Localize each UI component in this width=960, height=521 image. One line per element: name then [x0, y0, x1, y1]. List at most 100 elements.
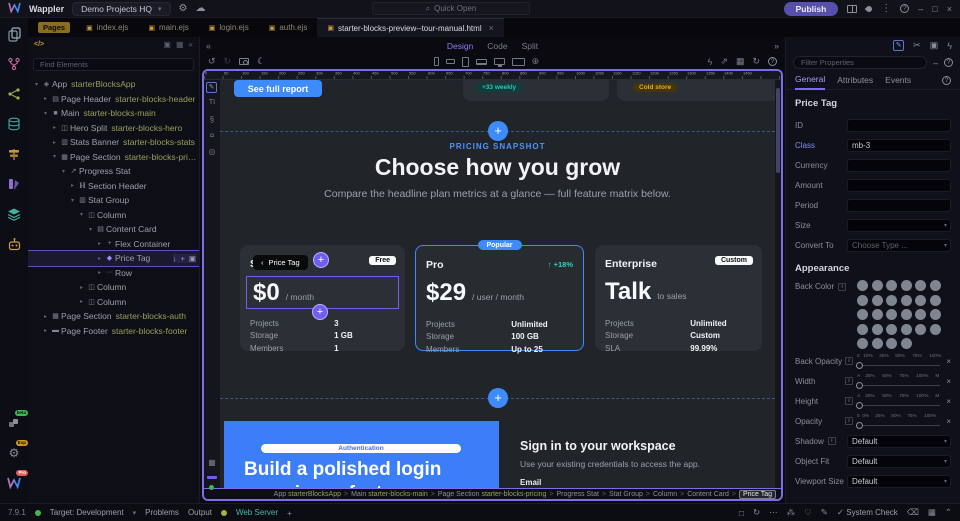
breadcrumb-item[interactable]: Content Card	[687, 491, 729, 498]
see-full-report-button[interactable]: See full report	[234, 80, 322, 97]
color-swatch[interactable]	[915, 295, 926, 306]
chevron-right-icon[interactable]: ▸	[41, 313, 50, 320]
device-laptop-icon[interactable]	[476, 59, 487, 65]
field-select[interactable]: Default▾	[847, 475, 951, 488]
breadcrumb-item[interactable]: App starterBlocksApp	[274, 491, 341, 498]
more-icon[interactable]: ⋯	[769, 507, 778, 518]
pricing-card-enterprise[interactable]: Enterprise Custom Talk to sales Projects…	[595, 245, 762, 351]
quick-open-button[interactable]: ⌕Quick Open	[372, 2, 530, 15]
color-swatch[interactable]	[930, 324, 941, 335]
grid-toggle-icon[interactable]: ▦	[206, 458, 218, 467]
slider-handle[interactable]	[856, 422, 863, 429]
tree-item-column[interactable]: ▸◫Column	[28, 295, 199, 310]
experimental-settings-icon[interactable]: ⚙Exp	[4, 443, 24, 463]
color-swatch[interactable]	[901, 309, 912, 320]
chevron-right-icon[interactable]: ▸	[77, 284, 86, 291]
add-component-button[interactable]: +	[313, 252, 329, 268]
window-close-button[interactable]: ×	[947, 4, 952, 14]
share-icon[interactable]: ⁂	[787, 507, 796, 518]
export-icon[interactable]: ⇗	[720, 56, 728, 67]
tab-general[interactable]: General	[795, 74, 825, 90]
color-swatch[interactable]	[857, 309, 868, 320]
collapse-left-icon[interactable]: «	[206, 41, 211, 51]
tree-item-column[interactable]: ▸◫Column	[28, 280, 199, 295]
chevron-down-icon[interactable]: ▾	[50, 153, 59, 160]
chevron-right-icon[interactable]: ▸	[50, 124, 59, 131]
pricing-card-pro[interactable]: Popular Pro ↑ +18% $29 / user / month Pr…	[415, 245, 584, 351]
color-swatch[interactable]	[872, 280, 883, 291]
chevron-right-icon[interactable]: ▸	[50, 139, 59, 146]
database-icon[interactable]	[4, 114, 24, 134]
field-select[interactable]: ▾	[847, 219, 951, 232]
ai-assistant-icon[interactable]	[4, 234, 24, 254]
tree-item-progress-stat[interactable]: ▾↗Progress Stat	[28, 164, 199, 179]
color-swatch[interactable]	[872, 338, 883, 349]
chevron-down-icon[interactable]: ▾	[68, 197, 77, 204]
chevron-up-icon[interactable]: ⌃	[945, 507, 952, 518]
droplet-icon[interactable]	[865, 4, 873, 12]
tree-item-page-header[interactable]: ▸▤Page Headerstarter-blocks-header	[28, 92, 199, 107]
color-swatch[interactable]	[901, 338, 912, 349]
lightning-icon[interactable]: ϟ	[708, 57, 713, 67]
slider-track[interactable]: A25%50%75%100%M	[856, 394, 940, 409]
scrollbar-thumb[interactable]	[776, 88, 780, 173]
help-icon[interactable]: ?	[900, 4, 909, 13]
file-tab[interactable]: ▣starter-blocks-preview--tour-manual.htm…	[317, 18, 503, 37]
view-mode-split[interactable]: Split	[522, 41, 539, 51]
redo-icon[interactable]: ↻	[224, 56, 232, 67]
layout-columns-icon[interactable]	[847, 5, 857, 13]
chevron-right-icon[interactable]: ▸	[95, 269, 104, 276]
tree-item-main[interactable]: ▾■Mainstarter-blocks-main	[28, 106, 199, 121]
clear-icon[interactable]: ×	[946, 397, 951, 406]
field-select[interactable]: Default▾	[847, 455, 951, 468]
typography-icon[interactable]: TI	[206, 99, 218, 106]
clear-icon[interactable]: ×	[946, 357, 951, 366]
grid-view-icon[interactable]: ▦	[736, 56, 745, 67]
slider-track[interactable]: A25%50%75%100%M	[856, 374, 940, 389]
color-swatch[interactable]	[901, 280, 912, 291]
collapse-right-icon[interactable]: »	[774, 41, 779, 51]
pricing-card-starter[interactable]: Starter ‹Price Tag + Free $0 / month Pro…	[240, 245, 405, 351]
layers-icon[interactable]	[4, 204, 24, 224]
git-icon[interactable]	[4, 54, 24, 74]
slider-track[interactable]: 010%25%50%75%100%	[856, 354, 940, 369]
wappler-pro-icon[interactable]: Pro	[4, 473, 24, 493]
close-tab-icon[interactable]: ×	[489, 23, 494, 33]
field-select[interactable]: Choose Type ...▾	[847, 239, 951, 252]
panel-collapse-icon[interactable]: «	[189, 40, 193, 49]
color-swatch[interactable]	[901, 295, 912, 306]
panel-grid-icon[interactable]: ▦	[176, 40, 184, 49]
chevron-right-icon[interactable]: ▸	[41, 327, 50, 334]
workflows-icon[interactable]	[4, 84, 24, 104]
color-swatch[interactable]	[886, 324, 897, 335]
add-block-button[interactable]: +	[488, 388, 508, 408]
web-server-button[interactable]: Web Server	[236, 508, 278, 517]
breadcrumb-item[interactable]: Main starter-blocks-main	[351, 491, 428, 498]
help-icon[interactable]: ?	[942, 76, 951, 85]
chevron-right-icon[interactable]: ▸	[41, 95, 50, 102]
canvas-scrollbar[interactable]	[775, 80, 781, 488]
fullscreen-icon[interactable]: □	[739, 508, 744, 518]
breadcrumb-item[interactable]: Page Section starter-blocks-pricing	[438, 491, 547, 498]
device-responsive-icon[interactable]: ⊕	[532, 57, 540, 66]
color-swatch[interactable]	[901, 324, 912, 335]
chevron-right-icon[interactable]: ▸	[95, 255, 104, 262]
magnet-icon[interactable]: ¤	[206, 131, 218, 140]
tree-item-page-footer[interactable]: ▸▬Page Footerstarter-blocks-footer	[28, 324, 199, 339]
clear-icon[interactable]: ×	[946, 417, 951, 426]
publish-button[interactable]: Publish	[784, 2, 839, 16]
clear-icon[interactable]: ×	[946, 377, 951, 386]
color-swatch[interactable]	[930, 280, 941, 291]
field-input[interactable]	[847, 159, 951, 172]
extensions-icon[interactable]: beta	[4, 413, 24, 433]
tree-item-hero-split[interactable]: ▸◫Hero Splitstarter-blocks-hero	[28, 121, 199, 136]
window-maximize-button[interactable]: □	[932, 4, 937, 14]
target-selector[interactable]: Target: Development	[50, 508, 124, 517]
color-swatch[interactable]	[886, 338, 897, 349]
field-input[interactable]	[847, 119, 951, 132]
dark-mode-moon-icon[interactable]: ☾	[257, 56, 265, 67]
tree-item-content-card[interactable]: ▾▤Content Card	[28, 222, 199, 237]
problems-button[interactable]: Problems	[145, 508, 179, 517]
collapse-all-icon[interactable]: –	[933, 58, 938, 68]
system-check-button[interactable]: System Check	[846, 508, 898, 517]
